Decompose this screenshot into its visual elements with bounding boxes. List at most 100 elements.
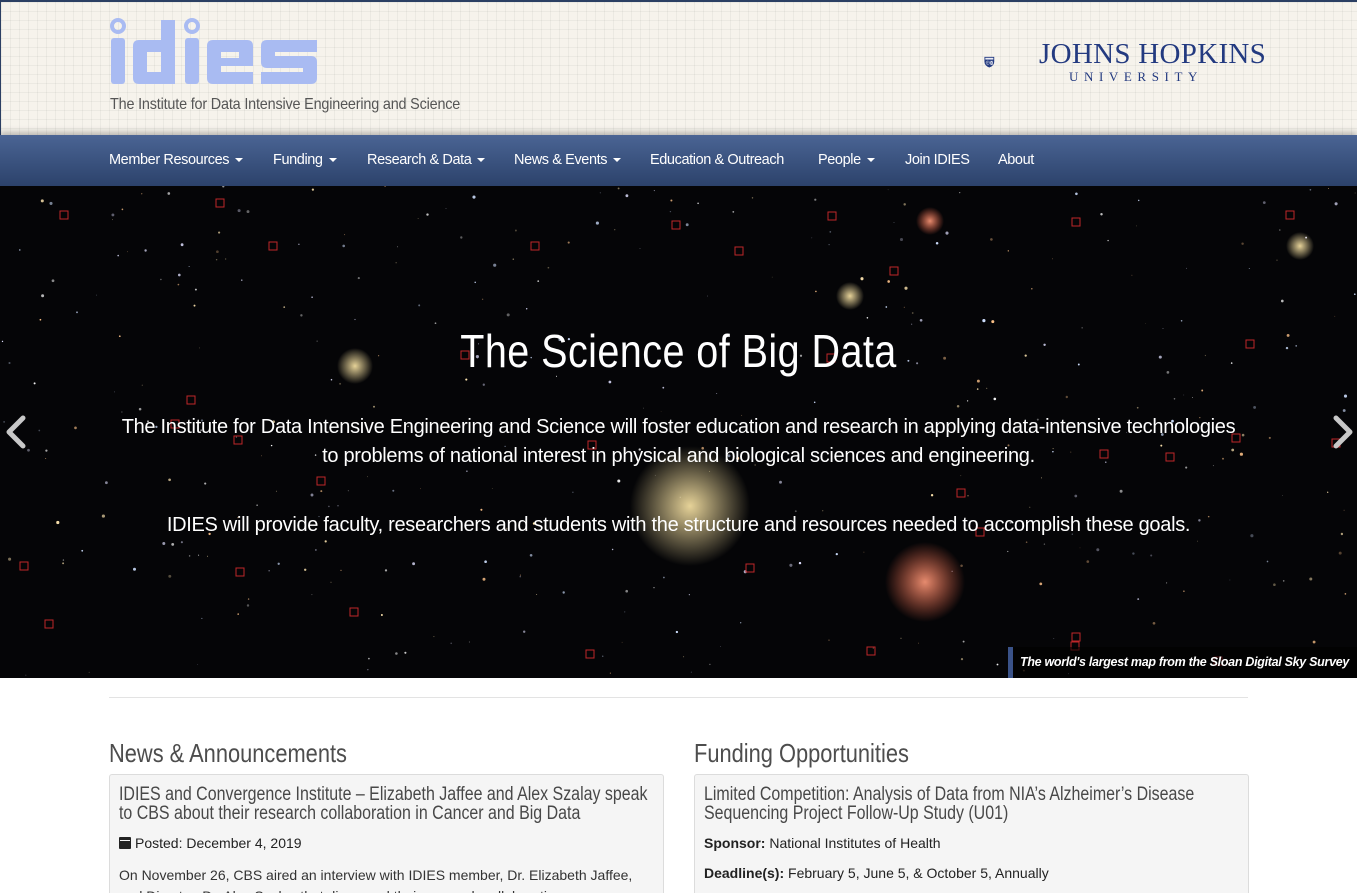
caret-down-icon xyxy=(328,158,337,163)
star xyxy=(201,617,203,619)
star xyxy=(1166,582,1168,584)
idies-logo[interactable] xyxy=(109,16,323,88)
star xyxy=(567,241,570,244)
star xyxy=(860,277,864,281)
posted-date: December 4, 2019 xyxy=(186,835,302,851)
star xyxy=(1074,494,1078,498)
nav-label: Funding xyxy=(273,152,323,168)
partner-name[interactable]: JOHNS HOPKINS xyxy=(1039,38,1266,71)
nav-label: Member Resources xyxy=(109,152,230,168)
target-marker xyxy=(585,649,595,659)
nav-research-data[interactable]: Research & Data xyxy=(367,135,486,186)
star xyxy=(1039,582,1043,586)
star xyxy=(537,280,540,282)
star xyxy=(529,553,533,557)
star xyxy=(595,221,599,225)
sponsor-label: Sponsor: xyxy=(704,835,766,851)
star xyxy=(218,231,221,234)
nav-funding[interactable]: Funding xyxy=(273,135,337,186)
star xyxy=(412,562,416,566)
target-marker xyxy=(734,246,744,256)
star xyxy=(519,576,521,578)
star xyxy=(45,458,47,459)
star xyxy=(602,655,604,657)
jhu-shield-icon[interactable] xyxy=(984,35,1044,89)
star xyxy=(1173,398,1176,400)
star xyxy=(1248,267,1250,270)
target-marker xyxy=(44,619,54,629)
star xyxy=(887,280,891,283)
nav-news-events[interactable]: News & Events xyxy=(514,135,622,186)
star xyxy=(215,258,218,261)
star xyxy=(1150,554,1153,557)
star xyxy=(1241,433,1245,437)
star xyxy=(450,642,453,645)
nav-join-idies[interactable]: Join IDIES xyxy=(905,135,970,186)
hero-paragraph-2: IDIES will provide faculty, researchers … xyxy=(166,514,1191,536)
star xyxy=(991,320,995,324)
nav-education-outreach[interactable]: Education & Outreach xyxy=(650,135,784,186)
star xyxy=(45,449,48,452)
star xyxy=(670,199,673,202)
star xyxy=(1239,452,1243,456)
star xyxy=(33,382,36,385)
funding-card: Limited Competition: Analysis of Data fr… xyxy=(694,774,1249,893)
star xyxy=(798,561,802,565)
star xyxy=(404,651,407,654)
star xyxy=(283,306,286,308)
star xyxy=(1075,192,1078,196)
star xyxy=(1183,394,1185,396)
target-marker xyxy=(316,476,326,486)
star xyxy=(392,489,395,492)
star xyxy=(1253,405,1257,409)
star xyxy=(996,663,999,666)
star xyxy=(945,231,949,235)
star xyxy=(815,290,817,293)
star xyxy=(899,237,904,242)
star xyxy=(903,306,905,308)
nav-member-resources[interactable]: Member Resources xyxy=(109,135,244,186)
star xyxy=(990,238,993,241)
star xyxy=(117,254,119,257)
star xyxy=(8,361,11,365)
star xyxy=(1344,593,1347,595)
nav-label: Research & Data xyxy=(367,152,472,168)
star xyxy=(247,598,250,600)
star xyxy=(669,210,672,213)
star xyxy=(1137,598,1140,601)
star xyxy=(829,231,832,233)
star xyxy=(828,639,830,641)
star xyxy=(813,401,816,404)
star xyxy=(481,298,484,300)
star xyxy=(460,236,463,239)
star xyxy=(311,296,313,299)
star xyxy=(617,479,621,483)
news-item-title[interactable]: IDIES and Convergence Institute – Elizab… xyxy=(119,785,657,823)
star xyxy=(168,478,171,482)
nav-people[interactable]: People xyxy=(818,135,875,186)
nav-about[interactable]: About xyxy=(998,135,1034,186)
chevron-right-icon[interactable] xyxy=(1330,414,1356,450)
chevron-left-icon[interactable] xyxy=(3,414,29,450)
star xyxy=(162,542,166,545)
star xyxy=(121,208,124,211)
star xyxy=(81,549,84,552)
star xyxy=(1273,583,1276,587)
star xyxy=(967,495,969,497)
star xyxy=(101,514,105,518)
target-marker xyxy=(215,198,225,208)
star xyxy=(141,384,143,386)
star xyxy=(275,490,277,492)
star xyxy=(1353,293,1356,296)
funding-item-title[interactable]: Limited Competition: Analysis of Data fr… xyxy=(704,785,1242,823)
hero-carousel: The Science of Big Data The Institute fo… xyxy=(0,186,1357,678)
hero-title: The Science of Big Data xyxy=(460,325,897,377)
star xyxy=(688,594,690,596)
star xyxy=(512,258,515,260)
star xyxy=(347,490,349,492)
star xyxy=(982,319,986,323)
target-marker xyxy=(827,211,837,221)
target-marker xyxy=(235,567,245,577)
star xyxy=(1136,225,1137,227)
galaxy-glow xyxy=(885,542,965,622)
